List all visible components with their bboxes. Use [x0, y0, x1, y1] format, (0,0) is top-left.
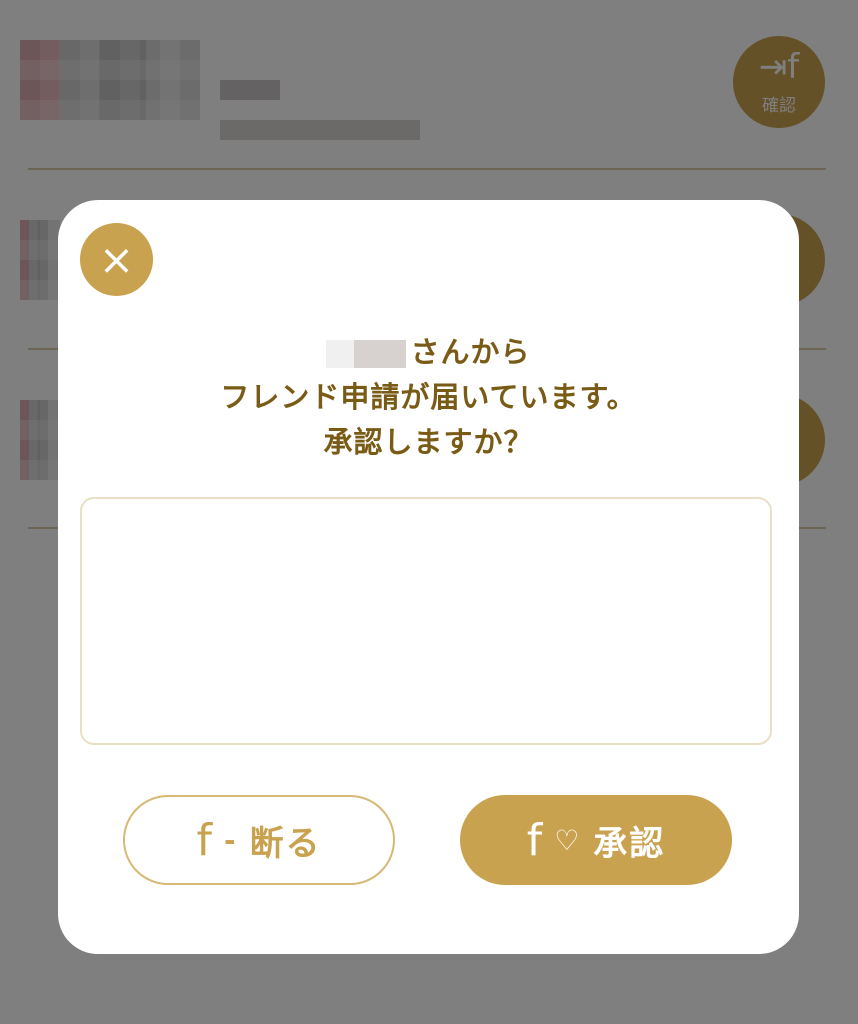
request-message-field[interactable] — [80, 497, 772, 745]
heart-icon: ♡ — [554, 823, 582, 857]
close-icon: × — [98, 235, 135, 284]
decline-label: 断る — [249, 823, 322, 864]
request-message: さんから フレンド申請が届いています。 承認しますか？ — [58, 330, 799, 465]
f-logo-icon: f — [196, 814, 214, 866]
close-button[interactable]: × — [80, 223, 153, 296]
minus-icon: - — [223, 823, 238, 857]
sender-name — [326, 340, 407, 368]
decline-button[interactable]: f - 断る — [123, 795, 395, 885]
message-line-1-suffix: さんから — [410, 335, 531, 369]
accept-button[interactable]: f ♡ 承認 — [460, 795, 732, 885]
message-line-2: フレンド申請が届いています。 — [220, 380, 637, 414]
friend-request-dialog: × さんから フレンド申請が届いています。 承認しますか？ f - 断る f ♡… — [58, 200, 799, 954]
accept-label: 承認 — [593, 823, 666, 864]
f-logo-icon: f — [526, 814, 545, 866]
message-line-1: さんから — [58, 330, 799, 375]
message-line-3: 承認しますか？ — [323, 425, 534, 459]
